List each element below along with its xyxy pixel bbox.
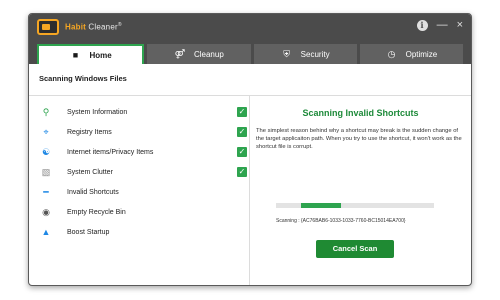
scan-description: The simplest reason behind why a shortcu… [256,128,462,150]
logo-text: Habit Cleaner® [65,22,122,32]
home-icon: ■ [72,50,79,60]
scan-title: Scanning Invalid Shortcuts [302,108,419,118]
rocket-icon: ▲ [41,227,51,237]
shield-icon: ⛨ [283,48,291,59]
tab-home[interactable]: ■ Home [37,44,145,64]
main-tabs: ■ Home ⚤ Cleanup ⛨ Security ◷ Optimize [29,42,471,64]
scanning-status: Scanning : {AC76BAB6-1033-1033-7760-BC15… [276,218,406,224]
window-controls: i — × [416,18,463,32]
minimize-button[interactable]: — [437,18,448,32]
list-item: ━ Invalid Shortcuts [39,182,247,202]
recycle-bin-icon: ◉ [42,206,50,217]
magnifier-icon: ⚲ [42,106,50,117]
list-item: ☯ Internet items/Privacy Items ✓ [39,142,247,162]
shortcut-icon: ━ [43,186,49,197]
list-item: ▲ Boost Startup [39,222,247,242]
globe-icon: ☯ [41,146,51,157]
app-logo: Habit Cleaner® [37,19,122,35]
tab-cleanup[interactable]: ⚤ Cleanup [147,44,251,64]
close-button[interactable]: × [457,18,463,32]
list-item: ⚲ System Information ✓ [39,102,247,122]
list-item: ▧ System Clutter ✓ [39,162,247,182]
checked-icon: ✓ [237,167,247,177]
progress-track [276,203,434,208]
broom-icon: ⚤ [174,48,186,59]
cancel-scan-button[interactable]: Cancel Scan [316,240,394,258]
title-bar: Habit Cleaner® i — × [29,14,471,42]
checked-icon: ✓ [237,107,247,117]
trash-icon: ▧ [41,166,51,177]
scan-panel: Scanning Invalid Shortcuts The simplest … [250,96,471,285]
scan-item-list: ⚲ System Information ✓ ⌖ Registry Items … [39,102,247,242]
logo-icon [37,19,59,35]
tab-security[interactable]: ⛨ Security [253,44,357,64]
info-icon[interactable]: i [416,19,428,31]
checked-icon: ✓ [237,147,247,157]
list-item: ⌖ Registry Items ✓ [39,122,247,142]
list-item: ◉ Empty Recycle Bin [39,202,247,222]
app-window: Habit Cleaner® i — × ■ Home ⚤ Cleanup ⛨ … [28,13,472,286]
crosshair-icon: ⌖ [43,126,49,137]
tab-optimize[interactable]: ◷ Optimize [359,44,463,64]
checked-icon: ✓ [237,127,247,137]
section-title: Scanning Windows Files [39,74,127,83]
speedometer-icon: ◷ [387,48,396,59]
progress-fill [301,203,341,208]
